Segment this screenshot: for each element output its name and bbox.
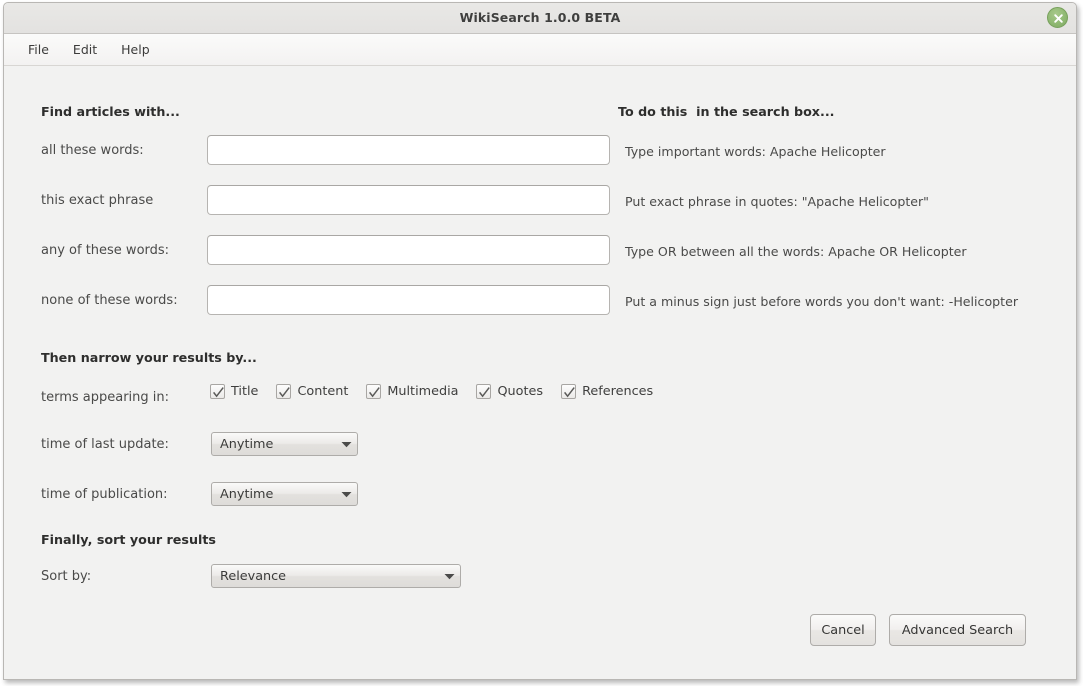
advanced-search-button[interactable]: Advanced Search: [889, 614, 1026, 646]
checkbox-quotes[interactable]: Quotes: [476, 384, 543, 399]
check-icon: [479, 387, 491, 398]
checkbox-box: [366, 384, 382, 399]
this-exact-phrase-label: this exact phrase: [41, 193, 154, 208]
checkbox-label: Quotes: [497, 384, 544, 399]
chevron-down-icon: [335, 441, 357, 448]
checkbox-content[interactable]: Content: [276, 384, 348, 399]
checkbox-label: Content: [297, 384, 349, 399]
check-icon: [213, 387, 224, 398]
none-of-these-words-hint: Put a minus sign just before words you d…: [625, 294, 1019, 309]
check-icon: [564, 387, 575, 398]
select-value: Relevance: [220, 568, 287, 584]
time-of-publication-select[interactable]: Anytime: [211, 482, 358, 506]
sort-results-heading: Finally, sort your results: [41, 532, 216, 547]
this-exact-phrase-input[interactable]: [207, 185, 610, 215]
close-window-button[interactable]: [1047, 7, 1068, 28]
menu-item-help[interactable]: Help: [110, 39, 161, 60]
this-exact-phrase-hint: Put exact phrase in quotes: "Apache Heli…: [625, 194, 929, 209]
find-articles-heading: Find articles with...: [41, 104, 180, 119]
check-icon: [369, 387, 381, 398]
sort-by-label: Sort by:: [41, 569, 92, 584]
select-value: Anytime: [220, 486, 274, 502]
time-of-publication-label: time of publication:: [41, 487, 168, 502]
narrow-results-heading: Then narrow your results by...: [41, 350, 257, 365]
all-these-words-input[interactable]: [207, 135, 610, 165]
application-window: WikiSearch 1.0.0 BETA File Edit Help Fin…: [3, 2, 1077, 680]
chevron-down-icon: [438, 573, 460, 580]
any-of-these-words-hint: Type OR between all the words: Apache OR…: [625, 244, 967, 259]
time-of-last-update-label: time of last update:: [41, 437, 169, 452]
chevron-down-icon: [335, 491, 357, 498]
dialog-content: Find articles with... To do this in the …: [4, 66, 1076, 679]
checkbox-label: References: [582, 384, 654, 399]
window-title: WikiSearch 1.0.0 BETA: [459, 10, 621, 25]
checkbox-multimedia[interactable]: Multimedia: [366, 384, 458, 399]
time-of-last-update-select[interactable]: Anytime: [211, 432, 358, 456]
any-of-these-words-input[interactable]: [207, 235, 610, 265]
cancel-button[interactable]: Cancel: [810, 614, 876, 646]
terms-appearing-in-label: terms appearing in:: [41, 390, 170, 405]
check-icon: [279, 387, 291, 398]
menu-item-edit[interactable]: Edit: [62, 39, 108, 60]
all-these-words-label: all these words:: [41, 143, 144, 158]
checkbox-box: [476, 384, 492, 399]
checkbox-box: [561, 384, 577, 399]
terms-appearing-in-checkbox-group: Title Content Multimedia Quotes Referenc…: [210, 384, 671, 399]
checkbox-label: Multimedia: [387, 384, 459, 399]
checkbox-references[interactable]: References: [561, 384, 653, 399]
checkbox-box: [210, 384, 225, 399]
checkbox-title[interactable]: Title: [210, 384, 258, 399]
none-of-these-words-label: none of these words:: [41, 293, 178, 308]
menu-item-file[interactable]: File: [17, 39, 60, 60]
none-of-these-words-input[interactable]: [207, 285, 610, 315]
sort-by-select[interactable]: Relevance: [211, 564, 461, 588]
title-bar: WikiSearch 1.0.0 BETA: [4, 3, 1076, 34]
any-of-these-words-label: any of these words:: [41, 243, 170, 258]
menu-bar: File Edit Help: [4, 34, 1076, 66]
all-these-words-hint: Type important words: Apache Helicopter: [625, 144, 886, 159]
select-value: Anytime: [220, 436, 274, 452]
checkbox-box: [276, 384, 292, 399]
search-box-hints-heading: To do this in the search box...: [618, 104, 835, 119]
checkbox-label: Title: [231, 384, 259, 399]
